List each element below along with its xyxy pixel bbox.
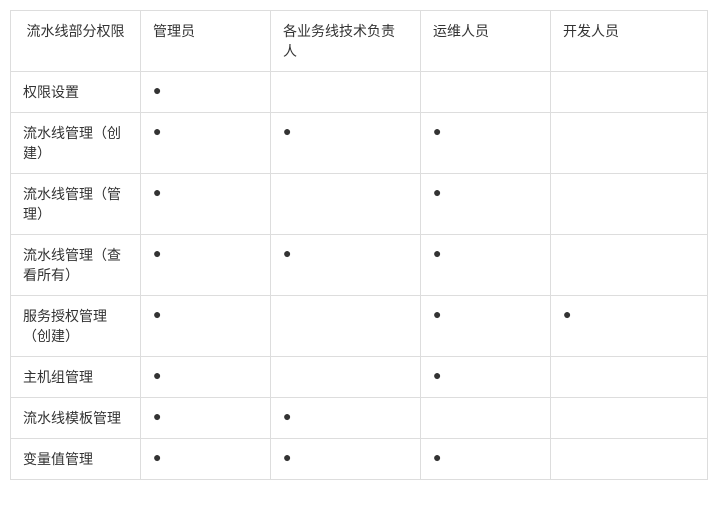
cell: ● (141, 113, 271, 174)
header-ops: 运维人员 (421, 11, 551, 72)
cell (551, 235, 708, 296)
header-admin: 管理员 (141, 11, 271, 72)
header-tech-lead: 各业务线技术负责人 (271, 11, 421, 72)
cell: ● (141, 398, 271, 439)
row-label: 服务授权管理（创建） (11, 296, 141, 357)
row-label: 流水线管理（创建） (11, 113, 141, 174)
cell: ● (141, 439, 271, 480)
table-row: 流水线管理（管理） ● ● (11, 174, 708, 235)
cell (421, 72, 551, 113)
cell (421, 398, 551, 439)
cell: ● (551, 296, 708, 357)
table-body: 权限设置 ● 流水线管理（创建） ● ● ● 流水线管理（管理） ● ● 流水线… (11, 72, 708, 480)
cell: ● (141, 357, 271, 398)
cell: ● (141, 174, 271, 235)
dot-icon: ● (153, 245, 161, 261)
cell: ● (271, 113, 421, 174)
dot-icon: ● (433, 449, 441, 465)
cell: ● (141, 72, 271, 113)
cell: ● (421, 357, 551, 398)
cell (271, 174, 421, 235)
cell: ● (421, 235, 551, 296)
dot-icon: ● (153, 306, 161, 322)
cell (271, 357, 421, 398)
table-row: 流水线模板管理 ● ● (11, 398, 708, 439)
dot-icon: ● (153, 184, 161, 200)
cell (551, 72, 708, 113)
dot-icon: ● (283, 408, 291, 424)
dot-icon: ● (433, 367, 441, 383)
dot-icon: ● (153, 408, 161, 424)
dot-icon: ● (563, 306, 571, 322)
dot-icon: ● (283, 123, 291, 139)
row-label: 流水线模板管理 (11, 398, 141, 439)
cell (271, 296, 421, 357)
cell: ● (141, 296, 271, 357)
cell: ● (421, 296, 551, 357)
dot-icon: ● (433, 184, 441, 200)
row-label: 主机组管理 (11, 357, 141, 398)
table-row: 主机组管理 ● ● (11, 357, 708, 398)
cell (551, 398, 708, 439)
row-label: 变量值管理 (11, 439, 141, 480)
cell: ● (271, 235, 421, 296)
header-dev: 开发人员 (551, 11, 708, 72)
cell: ● (271, 439, 421, 480)
table-row: 服务授权管理（创建） ● ● ● (11, 296, 708, 357)
table-row: 流水线管理（查看所有） ● ● ● (11, 235, 708, 296)
table-row: 权限设置 ● (11, 72, 708, 113)
dot-icon: ● (283, 449, 291, 465)
cell (271, 72, 421, 113)
table-row: 流水线管理（创建） ● ● ● (11, 113, 708, 174)
dot-icon: ● (153, 123, 161, 139)
dot-icon: ● (433, 245, 441, 261)
cell (551, 439, 708, 480)
dot-icon: ● (433, 123, 441, 139)
cell (551, 113, 708, 174)
cell: ● (271, 398, 421, 439)
dot-icon: ● (153, 449, 161, 465)
cell: ● (421, 439, 551, 480)
dot-icon: ● (153, 367, 161, 383)
table-row: 变量值管理 ● ● ● (11, 439, 708, 480)
table-header: 流水线部分权限 管理员 各业务线技术负责人 运维人员 开发人员 (11, 11, 708, 72)
row-label: 流水线管理（查看所有） (11, 235, 141, 296)
cell: ● (421, 113, 551, 174)
dot-icon: ● (283, 245, 291, 261)
dot-icon: ● (433, 306, 441, 322)
dot-icon: ● (153, 82, 161, 98)
row-label: 流水线管理（管理） (11, 174, 141, 235)
row-label: 权限设置 (11, 72, 141, 113)
header-permission: 流水线部分权限 (11, 11, 141, 72)
cell: ● (421, 174, 551, 235)
cell (551, 174, 708, 235)
permissions-table: 流水线部分权限 管理员 各业务线技术负责人 运维人员 开发人员 权限设置 ● 流… (10, 10, 708, 480)
cell: ● (141, 235, 271, 296)
cell (551, 357, 708, 398)
header-row: 流水线部分权限 管理员 各业务线技术负责人 运维人员 开发人员 (11, 11, 708, 72)
